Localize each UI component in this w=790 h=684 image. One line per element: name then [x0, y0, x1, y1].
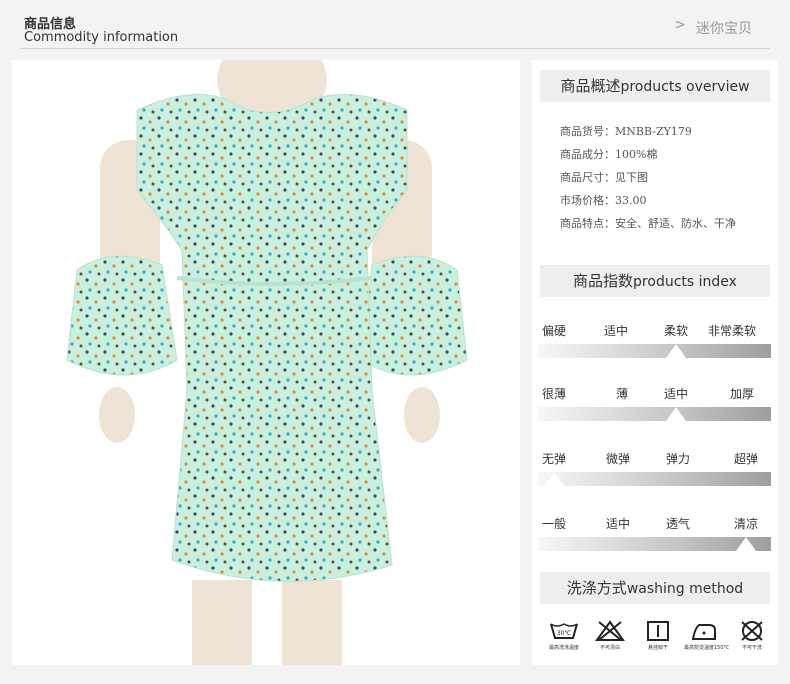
apron-photo [66, 35, 468, 665]
no-bleach-icon: 不可漂白 [590, 620, 630, 651]
elasticity-scale: 无弹 微弹 弹力 超弹 [538, 450, 771, 490]
wash-temp: 30℃ [557, 630, 572, 637]
overview-heading: 商品概述products overview [540, 70, 770, 102]
brand-link[interactable]: 迷你宝贝 [696, 18, 752, 38]
washing-icons: 30℃ 最高洗涤温度 不可漂白 悬挂晾干 最高熨烫温度150℃ 不可干洗 [542, 620, 772, 660]
softness-scale: 偏硬 适中 柔软 非常柔软 [538, 322, 771, 362]
product-image [12, 35, 520, 665]
wash-caption: 不可干洗 [741, 645, 762, 651]
breathability-scale: 一般 适中 透气 清凉 [538, 515, 771, 555]
scale-label: 加厚 [730, 387, 755, 401]
scale-marker [666, 407, 686, 421]
scale-marker [666, 344, 686, 358]
section-subtitle: Commodity information [24, 30, 179, 45]
scale-label: 非常柔软 [708, 324, 757, 338]
no-dry-clean-icon: 不可干洗 [732, 620, 772, 651]
chevron-right-icon[interactable]: > [674, 17, 686, 33]
overview-row: 市场价格：33.00 [560, 194, 647, 207]
section-header: 商品信息 Commodity information > 迷你宝贝 [0, 0, 790, 52]
overview-row: 商品尺寸：见下图 [560, 171, 648, 184]
scale-label: 偏硬 [542, 324, 567, 338]
overview-row: 商品特点：安全、舒适、防水、干净 [560, 217, 736, 230]
thickness-scale: 很薄 薄 适中 加厚 [538, 385, 771, 425]
scale-label: 适中 [606, 517, 631, 531]
scale-label: 超弹 [734, 452, 759, 466]
overview-row: 商品成分：100%棉 [560, 148, 658, 161]
scale-bar [538, 344, 771, 358]
wash-caption: 最高洗涤温度 [548, 645, 579, 651]
scale-label: 透气 [666, 517, 691, 531]
iron-150-icon: 最高熨烫温度150℃ [684, 620, 730, 651]
scale-bar [538, 407, 771, 421]
washing-heading: 洗涤方式washing method [540, 572, 770, 604]
scale-label: 微弹 [606, 452, 631, 466]
wash-caption: 悬挂晾干 [647, 645, 668, 651]
scale-bar [538, 472, 771, 486]
overview-row: 商品货号：MNBB-ZY179 [560, 125, 692, 138]
scale-marker [544, 472, 564, 486]
scale-label: 一般 [542, 517, 567, 531]
header-divider [20, 48, 770, 49]
wash-caption: 不可漂白 [599, 645, 620, 651]
wash-caption: 最高熨烫温度150℃ [684, 645, 730, 651]
scale-label: 适中 [664, 387, 689, 401]
hand-wash-30-icon: 30℃ 最高洗涤温度 [544, 620, 584, 651]
scale-label: 薄 [616, 387, 629, 401]
scale-marker [736, 537, 756, 551]
scale-label: 适中 [604, 324, 629, 338]
scale-label: 无弹 [542, 452, 567, 466]
scale-label: 弹力 [666, 452, 691, 466]
scale-label: 柔软 [664, 324, 689, 338]
overview-list: 商品货号：MNBB-ZY179 商品成分：100%棉 商品尺寸：见下图 市场价格… [560, 120, 736, 235]
tumble-dry-icon: 悬挂晾干 [638, 620, 678, 651]
info-panel: 商品概述products overview 商品货号：MNBB-ZY179 商品… [532, 60, 778, 665]
scale-label: 很薄 [542, 387, 567, 401]
index-heading: 商品指数products index [540, 265, 770, 297]
scale-label: 清凉 [734, 517, 759, 531]
